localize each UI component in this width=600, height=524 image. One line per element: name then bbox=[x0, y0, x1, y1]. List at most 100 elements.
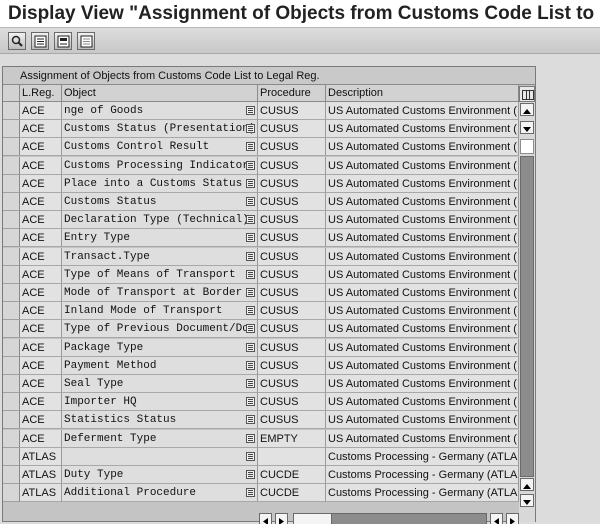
cell-object[interactable]: Declaration Type (Technical) bbox=[62, 211, 258, 229]
value-help-icon[interactable] bbox=[246, 434, 255, 443]
page-up-icon[interactable] bbox=[520, 478, 534, 491]
scroll-right-icon[interactable] bbox=[506, 513, 519, 524]
column-header-object[interactable]: Object bbox=[62, 85, 258, 102]
cell-object[interactable]: Statistics Status bbox=[62, 411, 258, 429]
cell-object[interactable]: Place into a Customs Status bbox=[62, 175, 258, 193]
cell-object[interactable]: Payment Method bbox=[62, 357, 258, 375]
value-help-icon[interactable] bbox=[246, 452, 255, 461]
value-help-icon[interactable] bbox=[246, 233, 255, 242]
value-help-icon[interactable] bbox=[246, 197, 255, 206]
cell-description: US Automated Customs Environment ( bbox=[326, 375, 519, 393]
horizontal-scrollbar[interactable] bbox=[259, 512, 521, 524]
row-selector[interactable] bbox=[3, 211, 20, 229]
value-help-icon[interactable] bbox=[246, 252, 255, 261]
cell-object-text: Deferment Type bbox=[64, 433, 157, 445]
row-selector[interactable] bbox=[3, 393, 20, 411]
cell-procedure: CUSUS bbox=[258, 229, 326, 247]
value-help-icon[interactable] bbox=[246, 124, 255, 133]
value-help-icon[interactable] bbox=[246, 215, 255, 224]
value-help-icon[interactable] bbox=[246, 106, 255, 115]
row-selector[interactable] bbox=[3, 357, 20, 375]
cell-object[interactable]: Additional Procedure bbox=[62, 484, 258, 502]
deselect-all-icon[interactable] bbox=[77, 32, 95, 50]
cell-object[interactable]: Customs Status (Presentation) bbox=[62, 120, 258, 138]
row-selector[interactable] bbox=[3, 375, 20, 393]
value-help-icon[interactable] bbox=[246, 361, 255, 370]
row-selector[interactable] bbox=[3, 302, 20, 320]
value-help-icon[interactable] bbox=[246, 179, 255, 188]
cell-object[interactable]: Customs Status bbox=[62, 193, 258, 211]
row-selector[interactable] bbox=[3, 339, 20, 357]
cell-lreg: ACE bbox=[20, 320, 62, 338]
value-help-icon[interactable] bbox=[246, 470, 255, 479]
row-selector[interactable] bbox=[3, 157, 20, 175]
row-selector[interactable] bbox=[3, 248, 20, 266]
cell-procedure: CUSUS bbox=[258, 320, 326, 338]
row-selector[interactable] bbox=[3, 448, 20, 466]
row-selector[interactable] bbox=[3, 102, 20, 120]
details-icon[interactable] bbox=[8, 32, 26, 50]
scroll-thumb[interactable] bbox=[520, 156, 534, 477]
column-header-lreg[interactable]: L.Reg. bbox=[20, 85, 62, 102]
row-selector[interactable] bbox=[3, 466, 20, 484]
page-down-icon[interactable] bbox=[520, 121, 534, 134]
scroll-left-icon[interactable] bbox=[259, 513, 272, 524]
cell-object[interactable]: Duty Type bbox=[62, 466, 258, 484]
cell-lreg: ACE bbox=[20, 138, 62, 156]
row-selector[interactable] bbox=[3, 266, 20, 284]
horizontal-scroll-track[interactable] bbox=[293, 513, 487, 524]
cell-object[interactable]: Package Type bbox=[62, 339, 258, 357]
scroll-down-icon[interactable] bbox=[520, 494, 534, 507]
cell-lreg: ACE bbox=[20, 193, 62, 211]
value-help-icon[interactable] bbox=[246, 397, 255, 406]
row-selector[interactable] bbox=[3, 411, 20, 429]
row-selector[interactable] bbox=[3, 138, 20, 156]
cell-object[interactable]: Seal Type bbox=[62, 375, 258, 393]
select-all-rows-header[interactable] bbox=[3, 85, 20, 102]
value-help-icon[interactable] bbox=[246, 306, 255, 315]
value-help-icon[interactable] bbox=[246, 142, 255, 151]
cell-object[interactable]: Deferment Type bbox=[62, 430, 258, 448]
vertical-scrollbar[interactable] bbox=[519, 102, 535, 522]
value-help-icon[interactable] bbox=[246, 415, 255, 424]
row-selector[interactable] bbox=[3, 229, 20, 247]
select-all-icon[interactable] bbox=[31, 32, 49, 50]
cell-object[interactable]: nge of Goods bbox=[62, 102, 258, 120]
cell-object[interactable]: Importer HQ bbox=[62, 393, 258, 411]
row-selector[interactable] bbox=[3, 430, 20, 448]
scroll-right-small-icon[interactable] bbox=[275, 513, 288, 524]
value-help-icon[interactable] bbox=[246, 343, 255, 352]
row-selector[interactable] bbox=[3, 193, 20, 211]
scroll-track[interactable] bbox=[520, 139, 534, 154]
cell-object[interactable] bbox=[62, 448, 258, 466]
cell-object[interactable]: Customs Processing Indicator bbox=[62, 157, 258, 175]
value-help-icon[interactable] bbox=[246, 161, 255, 170]
scroll-left-end-icon[interactable] bbox=[490, 513, 503, 524]
horizontal-scroll-thumb[interactable] bbox=[294, 514, 332, 524]
cell-object[interactable]: Type of Previous Document/Doc bbox=[62, 320, 258, 338]
cell-object[interactable]: Inland Mode of Transport bbox=[62, 302, 258, 320]
cell-object[interactable]: Type of Means of Transport bbox=[62, 266, 258, 284]
row-selector[interactable] bbox=[3, 284, 20, 302]
scroll-up-icon[interactable] bbox=[520, 103, 534, 116]
select-block-icon[interactable] bbox=[54, 32, 72, 50]
column-header-description[interactable]: Description bbox=[326, 85, 519, 102]
column-header-procedure[interactable]: Procedure bbox=[258, 85, 326, 102]
cell-object[interactable]: Customs Control Result bbox=[62, 138, 258, 156]
cell-object[interactable]: Transact.Type bbox=[62, 248, 258, 266]
row-selector[interactable] bbox=[3, 120, 20, 138]
row-selector[interactable] bbox=[3, 320, 20, 338]
cell-object[interactable]: Entry Type bbox=[62, 229, 258, 247]
value-help-icon[interactable] bbox=[246, 379, 255, 388]
cell-object-text: Additional Procedure bbox=[64, 487, 197, 499]
row-selector[interactable] bbox=[3, 484, 20, 502]
cell-object-text: nge of Goods bbox=[64, 105, 144, 117]
value-help-icon[interactable] bbox=[246, 488, 255, 497]
value-help-icon[interactable] bbox=[246, 288, 255, 297]
value-help-icon[interactable] bbox=[246, 270, 255, 279]
value-help-icon[interactable] bbox=[246, 324, 255, 333]
table-settings-icon[interactable] bbox=[519, 86, 535, 102]
cell-object[interactable]: Mode of Transport at Border bbox=[62, 284, 258, 302]
row-selector[interactable] bbox=[3, 175, 20, 193]
cell-procedure: CUSUS bbox=[258, 357, 326, 375]
